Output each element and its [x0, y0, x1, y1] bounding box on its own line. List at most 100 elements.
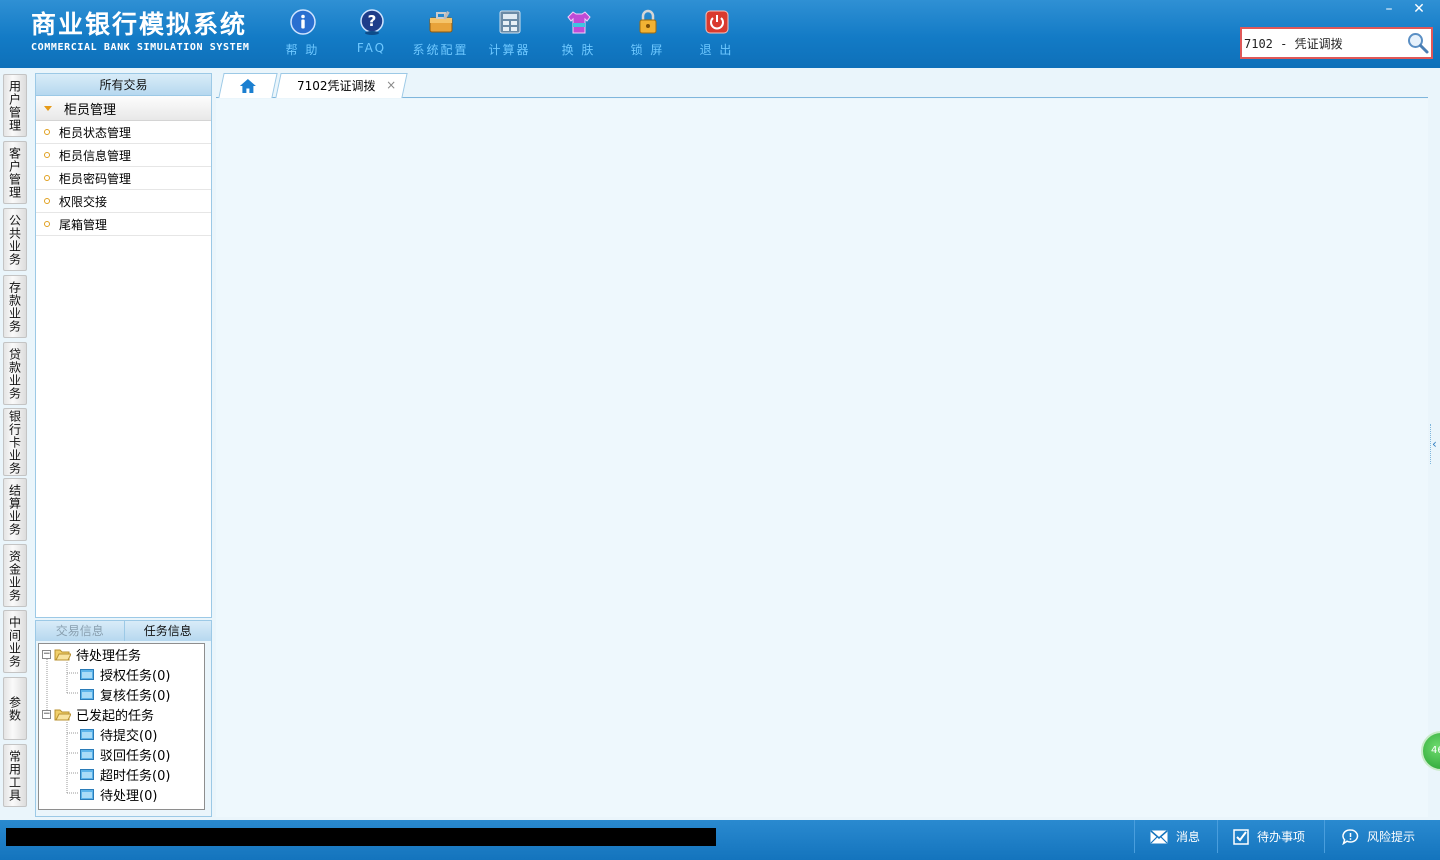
vtab-deposit-business[interactable]: 存款业务 — [3, 275, 27, 338]
search-icon[interactable] — [1406, 31, 1430, 55]
bullet-icon — [44, 175, 50, 181]
exit-label: 退 出 — [699, 43, 734, 57]
tree-node-rejected[interactable]: 驳回任务(0) — [80, 744, 170, 764]
vtab-common-tools[interactable]: 常用工具 — [3, 744, 27, 807]
tree-node-to-process[interactable]: 待处理(0) — [80, 784, 157, 804]
tab-task-info[interactable]: 任务信息 — [123, 621, 212, 641]
lock-screen-button[interactable]: 锁 屏 — [613, 8, 682, 60]
transaction-menu: 所有交易 柜员管理 柜员状态管理 柜员信息管理 柜员密码管理 权限交接 尾箱管理 — [35, 73, 212, 618]
change-skin-button[interactable]: 换 肤 — [544, 8, 613, 60]
tree-label: 待处理任务 — [76, 648, 142, 664]
todo-label: 待办事项 — [1257, 830, 1306, 844]
exit-button[interactable]: 退 出 — [682, 8, 751, 60]
todo-button[interactable]: 待办事项 — [1217, 820, 1324, 853]
tree-label: 复核任务(0) — [100, 688, 171, 704]
vtab-user-management[interactable]: 用户管理 — [3, 74, 27, 137]
info-icon — [288, 8, 318, 36]
tree-node-pending-tasks[interactable]: − 待处理任务 — [42, 644, 141, 664]
all-transactions-header: 所有交易 — [36, 74, 211, 96]
transaction-search — [1240, 27, 1433, 59]
home-icon — [239, 79, 256, 93]
menu-item-permission-handover[interactable]: 权限交接 — [36, 190, 211, 213]
messages-label: 消息 — [1176, 830, 1201, 844]
vtab-fund-business[interactable]: 资金业务 — [3, 544, 27, 607]
power-icon — [702, 8, 732, 36]
tree-label: 授权任务(0) — [100, 668, 171, 684]
task-tree: − 待处理任务 授权任务(0) 复核任务(0) − 已发起的任务 待提交(0) … — [38, 643, 205, 810]
tree-node-to-submit[interactable]: 待提交(0) — [80, 724, 157, 744]
risk-alert-label: 风险提示 — [1367, 830, 1416, 844]
vtab-public-business[interactable]: 公共业务 — [3, 208, 27, 271]
help-icon: ? — [357, 8, 387, 36]
vtab-bank-card-business[interactable]: 银行卡业务 — [3, 408, 27, 476]
vtab-parameters[interactable]: 参数 — [3, 677, 27, 740]
messages-button[interactable]: 消息 — [1134, 820, 1217, 853]
menu-item-teller-status[interactable]: 柜员状态管理 — [36, 121, 211, 144]
toolbox-icon — [426, 8, 456, 36]
chat-bubble-icon — [1342, 828, 1359, 845]
search-input[interactable] — [1244, 36, 1406, 50]
menu-item-teller-info[interactable]: 柜员信息管理 — [36, 144, 211, 167]
tab-label: 7102凭证调拨 — [297, 79, 376, 93]
collapse-icon[interactable]: − — [42, 709, 51, 719]
vtab-settlement-business[interactable]: 结算业务 — [3, 478, 27, 541]
task-panel: 交易信息 任务信息 − 待处理任务 授权任务(0) 复核任务(0) − 已发起的… — [35, 620, 212, 817]
app-subtitle: COMMERCIAL BANK SIMULATION SYSTEM — [31, 42, 250, 53]
teller-management-group[interactable]: 柜员管理 — [36, 96, 211, 121]
workspace-tabbar: 7102凭证调拨 × — [216, 73, 1428, 98]
folder-icon — [80, 728, 94, 740]
bullet-icon — [44, 129, 50, 135]
folder-icon — [80, 788, 94, 800]
tab-home[interactable] — [218, 73, 278, 98]
checkbox-icon — [1233, 828, 1249, 845]
tree-node-initiated-tasks[interactable]: − 已发起的任务 — [42, 704, 154, 724]
folder-icon — [80, 768, 94, 780]
folder-icon — [80, 748, 94, 760]
workspace-content — [216, 99, 1428, 817]
shirt-icon — [564, 8, 594, 36]
tree-label: 驳回任务(0) — [100, 748, 171, 764]
tree-node-timeout[interactable]: 超时任务(0) — [80, 764, 170, 784]
help-button[interactable]: 帮 助 — [268, 8, 337, 60]
close-tab-icon[interactable]: × — [386, 78, 396, 92]
tree-node-authorize-tasks[interactable]: 授权任务(0) — [80, 664, 170, 684]
risk-alert-button[interactable]: 风险提示 — [1324, 820, 1440, 853]
tree-label: 待提交(0) — [100, 728, 158, 744]
bullet-icon — [44, 198, 50, 204]
tab-voucher-transfer[interactable]: 7102凭证调拨 × — [275, 73, 408, 98]
faq-label: FAQ — [356, 41, 387, 55]
close-window-button[interactable]: ✕ — [1404, 0, 1434, 18]
tab-transaction-info[interactable]: 交易信息 — [36, 621, 124, 641]
mail-icon — [1150, 829, 1168, 843]
minimize-button[interactable]: – — [1374, 0, 1404, 18]
calculator-label: 计算器 — [488, 43, 531, 57]
menu-item-teller-password[interactable]: 柜员密码管理 — [36, 167, 211, 190]
folder-icon — [80, 668, 94, 680]
change-skin-label: 换 肤 — [561, 43, 596, 57]
vtab-intermediate-business[interactable]: 中间业务 — [3, 610, 27, 673]
task-panel-tabs: 交易信息 任务信息 — [36, 621, 211, 641]
svg-text:?: ? — [367, 12, 376, 30]
calculator-button[interactable]: 计算器 — [475, 8, 544, 60]
folder-open-icon — [54, 649, 71, 660]
folder-icon — [80, 688, 94, 700]
system-config-label: 系统配置 — [412, 43, 469, 57]
vtab-loan-business[interactable]: 贷款业务 — [3, 342, 27, 405]
faq-button[interactable]: ? FAQ — [337, 8, 406, 60]
system-config-button[interactable]: 系统配置 — [406, 8, 475, 60]
collapse-icon[interactable]: − — [42, 649, 51, 659]
vtab-customer-management[interactable]: 客户管理 — [3, 141, 27, 204]
expand-triangle-icon — [44, 105, 52, 111]
group-label: 柜员管理 — [64, 102, 117, 118]
calculator-icon — [495, 8, 525, 36]
menu-item-cash-box[interactable]: 尾箱管理 — [36, 213, 211, 236]
tree-label: 超时任务(0) — [100, 768, 171, 784]
main-toolbar: 帮 助 ? FAQ 系统配置 计算器 换 肤 锁 屏 退 出 — [268, 8, 751, 60]
brand: 商业银行模拟系统 COMMERCIAL BANK SIMULATION SYST… — [31, 10, 249, 53]
bullet-icon — [44, 152, 50, 158]
app-title: 商业银行模拟系统 — [31, 10, 248, 39]
collapse-right-panel-icon[interactable]: ‹ — [1430, 424, 1440, 464]
lock-icon — [633, 8, 663, 36]
tree-node-review-tasks[interactable]: 复核任务(0) — [80, 684, 170, 704]
status-bar: 消息 待办事项 风险提示 — [0, 820, 1440, 860]
